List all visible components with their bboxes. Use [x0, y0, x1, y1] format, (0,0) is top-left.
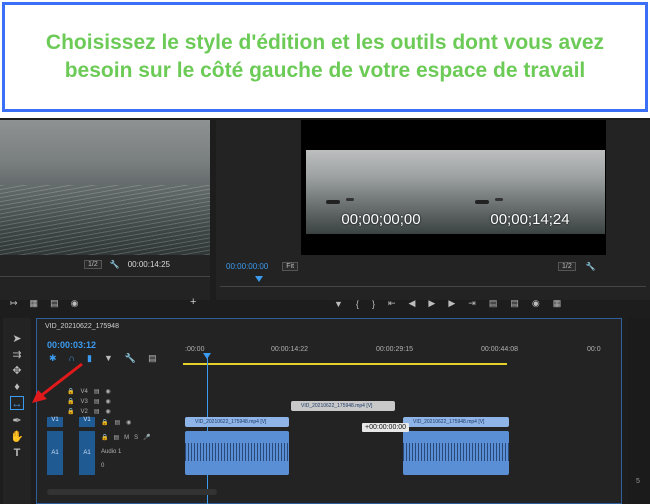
- caption-box: Choisissez le style d'édition et les out…: [2, 2, 648, 112]
- extract-icon[interactable]: ▤: [510, 298, 519, 309]
- video-clip-v1-a[interactable]: VID_20210622_175948.mp4 [V]: [185, 417, 289, 427]
- track-header-a1[interactable]: 🔒 ▤ M S 🎤: [101, 433, 151, 442]
- step-back-icon[interactable]: ◀: [409, 298, 416, 309]
- timeline-ruler[interactable]: :00:00 00:00:14:22 00:00:29:15 00:00:44:…: [183, 346, 623, 360]
- overwrite-icon[interactable]: ▦: [30, 298, 39, 309]
- meter-value: 5: [636, 478, 640, 485]
- source-video-frame: [0, 120, 210, 255]
- lock-icon[interactable]: 🔒: [101, 419, 108, 426]
- track-target-v1[interactable]: V1: [79, 417, 95, 427]
- eye-icon[interactable]: ◉: [126, 419, 131, 426]
- track-target-a1[interactable]: A1: [79, 431, 95, 475]
- track-header-v1[interactable]: 🔒 ▤ ◉: [101, 418, 131, 427]
- program-playhead[interactable]: [255, 276, 263, 282]
- source-monitor: 1/2 🔧 00:00:14:25 ↦ ▦ ▤ ◉ +: [0, 120, 210, 308]
- ruler-label: 00:00:29:15: [376, 346, 413, 353]
- video-clip-v1-b[interactable]: VID_20210622_175948.mp4 [V]: [403, 417, 509, 427]
- eye-icon[interactable]: ◉: [106, 398, 111, 405]
- ruler-label: 00:0: [587, 346, 601, 353]
- timeline-scrollbar[interactable]: [47, 489, 217, 495]
- sync-icon[interactable]: ▤: [114, 419, 120, 426]
- audio-clip-a1-a[interactable]: [185, 431, 289, 475]
- play-icon[interactable]: ▶: [428, 298, 435, 309]
- audio-track-volume: 0: [101, 463, 105, 469]
- program-video-frame: 00;00;00;00 00;00;14;24: [301, 120, 606, 255]
- add-button-icon[interactable]: +: [190, 296, 196, 308]
- track-select-tool-icon[interactable]: ⇉: [10, 348, 24, 362]
- insert-icon[interactable]: ↦: [10, 298, 18, 309]
- work-area-bar[interactable]: [183, 363, 507, 365]
- ruler-label: :00:00: [185, 346, 205, 353]
- hand-tool-icon[interactable]: ✋: [10, 430, 24, 444]
- sync-icon[interactable]: ▤: [94, 398, 100, 405]
- settings-icon[interactable]: ▦: [553, 298, 562, 309]
- razor-tool-icon[interactable]: ♦: [10, 380, 24, 394]
- timeline-timecode[interactable]: 00:00:03:12: [47, 340, 96, 350]
- slip-tool-icon[interactable]: ↔: [10, 396, 24, 410]
- ruler-label: 00:00:14:22: [271, 346, 308, 353]
- captions-icon[interactable]: ▤: [148, 353, 157, 364]
- export-frame-icon[interactable]: ▤: [50, 298, 59, 309]
- mute-button[interactable]: M: [124, 435, 129, 441]
- source-zoom-select[interactable]: 1/2: [84, 259, 102, 269]
- source-patch-v1[interactable]: V1: [47, 417, 63, 427]
- marker-icon[interactable]: ▼: [334, 299, 343, 309]
- audio-track-name: Audio 1: [101, 449, 122, 455]
- lift-icon[interactable]: ▤: [489, 298, 498, 309]
- track-header-v2[interactable]: 🔒 V2 ▤ ◉: [67, 407, 111, 416]
- step-forward-icon[interactable]: ▶: [448, 298, 455, 309]
- solo-button[interactable]: S: [134, 435, 138, 441]
- pen-tool-icon[interactable]: ✒: [10, 414, 24, 428]
- ruler-label: 00:00:44:08: [481, 346, 518, 353]
- lock-icon[interactable]: 🔒: [67, 408, 74, 415]
- mark-in-icon[interactable]: {: [356, 299, 359, 309]
- caption-text: Choisissez le style d'édition et les out…: [45, 30, 605, 82]
- lock-icon[interactable]: 🔒: [101, 434, 108, 441]
- eye-icon[interactable]: ◉: [106, 408, 111, 415]
- still-2-timecode: 00;00;14;24: [490, 211, 570, 228]
- source-patch-a1[interactable]: A1: [47, 431, 63, 475]
- marker-icon[interactable]: ▼: [104, 353, 113, 364]
- program-fit-select[interactable]: Fit: [282, 261, 299, 271]
- timeline-playhead[interactable]: [207, 355, 208, 504]
- still-1-timecode: 00;00;00;00: [341, 211, 421, 228]
- go-to-out-icon[interactable]: ⇥: [468, 298, 476, 309]
- sync-icon[interactable]: ▤: [94, 408, 100, 415]
- sync-icon[interactable]: ▤: [113, 434, 119, 441]
- timeline-tab[interactable]: VID_20210622_175948: [45, 323, 119, 330]
- mark-out-icon[interactable]: }: [372, 299, 375, 309]
- tools-panel: ➤ ⇉ ✥ ♦ ↔ ✒ ✋ T: [3, 318, 31, 504]
- go-to-in-icon[interactable]: ⇤: [388, 298, 396, 309]
- eye-icon[interactable]: ◉: [106, 388, 111, 395]
- premiere-workspace: 1/2 🔧 00:00:14:25 ↦ ▦ ▤ ◉ + 00;00;00;00 …: [0, 118, 650, 504]
- source-timecode: 00:00:14:25: [127, 259, 170, 269]
- video-clip-v2[interactable]: VID_20210622_175948.mp4 [V]: [291, 401, 395, 411]
- type-tool-icon[interactable]: T: [10, 446, 24, 460]
- annotation-arrow-icon: [32, 362, 83, 403]
- program-still-2: 00;00;14;24: [455, 150, 605, 234]
- timeline-panel: VID_20210622_175948 00:00:03:12 ✱ ∩ ▮ ▼ …: [36, 318, 622, 504]
- program-zoom-select[interactable]: 1/2: [558, 261, 576, 271]
- audio-clip-a1-b[interactable]: [403, 431, 509, 475]
- audio-meter-panel: 5: [628, 318, 650, 504]
- wrench-icon[interactable]: 🔧: [586, 262, 596, 271]
- program-monitor: 00;00;00;00 00;00;14;24 00:00:00:00 Fit …: [216, 120, 650, 309]
- camera-icon[interactable]: ◉: [532, 298, 540, 309]
- program-timecode: 00:00:00:00: [226, 261, 269, 271]
- camera-icon[interactable]: ◉: [71, 298, 79, 309]
- sync-icon[interactable]: ▤: [94, 388, 100, 395]
- selection-tool-icon[interactable]: ➤: [10, 332, 24, 346]
- ripple-edit-tool-icon[interactable]: ✥: [10, 364, 24, 378]
- microphone-icon[interactable]: 🎤: [143, 434, 150, 441]
- program-still-1: 00;00;00;00: [306, 150, 456, 234]
- wrench-icon[interactable]: 🔧: [125, 353, 136, 364]
- edit-offset-tooltip: +00:00:00:00: [362, 423, 410, 432]
- wrench-icon[interactable]: 🔧: [110, 260, 120, 269]
